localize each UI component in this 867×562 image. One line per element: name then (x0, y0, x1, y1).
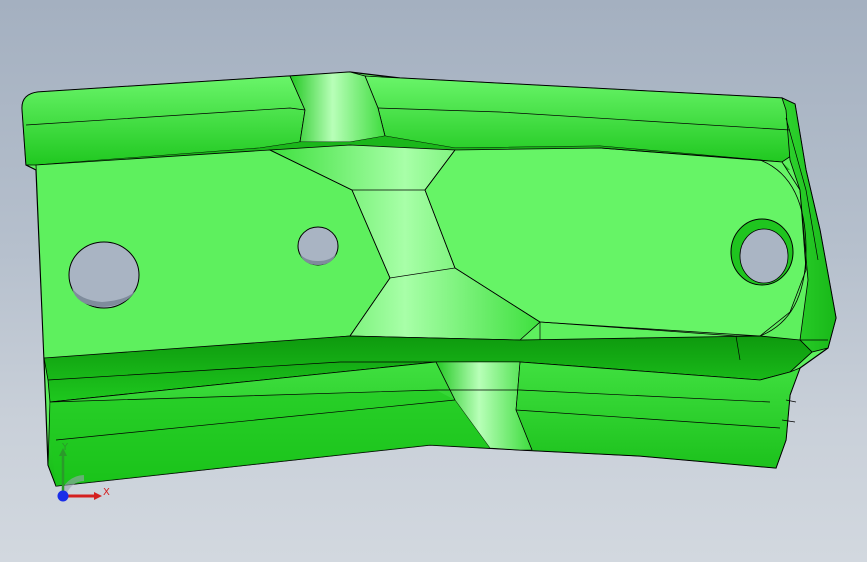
z-axis-dot (57, 490, 69, 502)
graphics-viewport[interactable]: X Y (0, 0, 867, 562)
coordinate-triad: X Y (46, 438, 126, 508)
triad-graphic (57, 448, 102, 502)
hole-large-left[interactable] (68, 241, 140, 309)
model-view[interactable] (0, 0, 867, 562)
hole-large-right[interactable] (730, 218, 794, 286)
hole-small-center[interactable] (297, 226, 339, 266)
x-axis-label: X (103, 487, 110, 498)
y-axis-label: Y (62, 442, 69, 453)
